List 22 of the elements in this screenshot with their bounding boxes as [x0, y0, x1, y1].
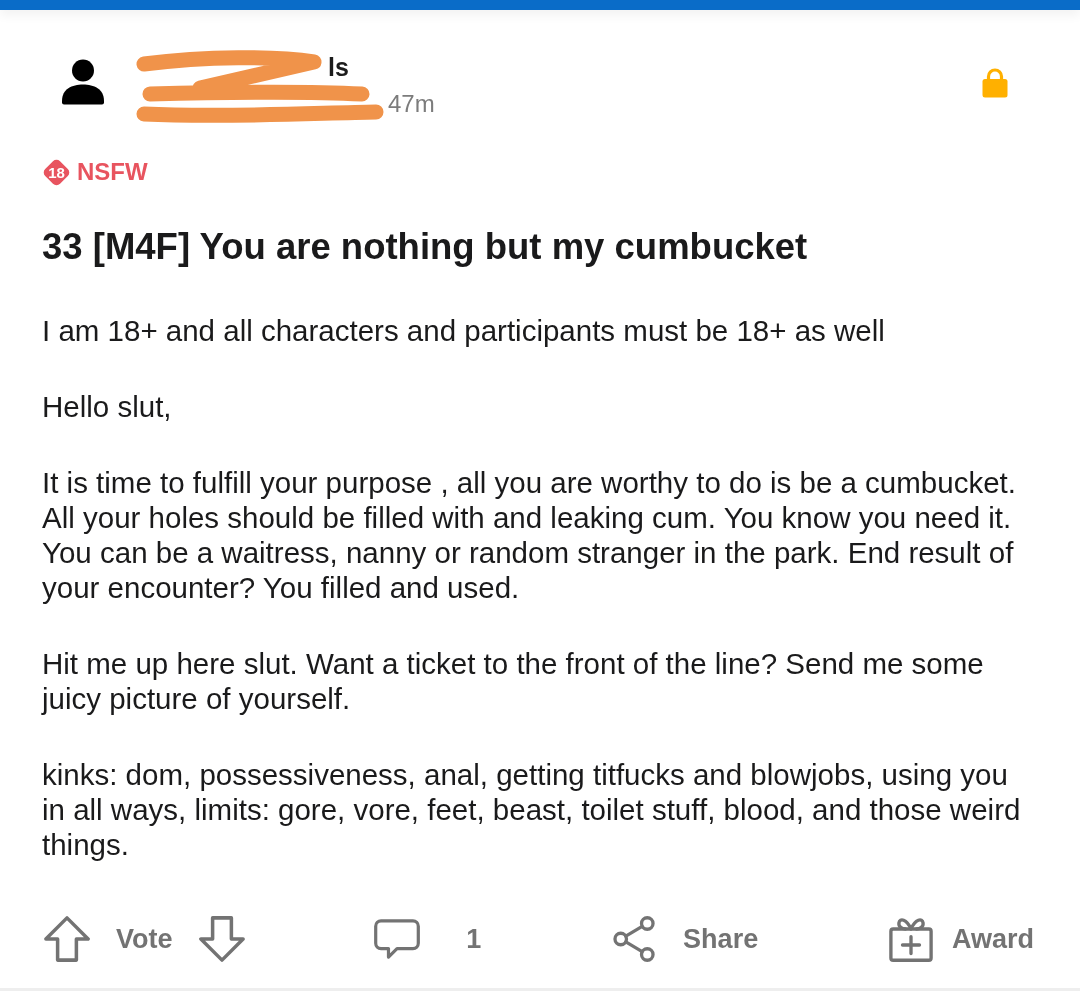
arrow-down-icon — [198, 916, 245, 962]
nsfw-label: NSFW — [77, 157, 148, 187]
person-silhouette-icon — [60, 59, 106, 105]
post-title: 33 [M4F] You are nothing but my cumbucket — [42, 225, 809, 269]
post-paragraph: kinks: dom, possessiveness, anal, getting titfucks and blowjobs, using you in all ways, limits: gore, vore, feet, beast, toilet stuff, blood, and those weird things. — [42, 757, 1022, 862]
upvote-button[interactable] — [44, 916, 90, 962]
age-rating-badge: 18 — [42, 157, 71, 187]
comments-button[interactable]: 1 — [374, 916, 482, 962]
post-meta: 47m — [388, 89, 435, 119]
arrow-up-icon — [44, 916, 90, 962]
gift-plus-icon — [887, 916, 934, 962]
post-paragraph: Hello slut, — [42, 389, 173, 424]
community-name[interactable]: ls — [328, 52, 349, 82]
share-icon — [611, 916, 658, 962]
award-button[interactable]: Award — [887, 916, 1034, 962]
post-paragraph: It is time to fulfill your purpose , all you are worthy to do is be a cumbucket. All your holes should be filled with and leaking cum. You know you need it. You can be a waitress, nanny or random stranger in the park. End result of your encounter? You filled and used. — [42, 465, 1017, 605]
downvote-button[interactable] — [198, 916, 245, 962]
vote-label: Vote — [116, 923, 173, 955]
share-button[interactable]: Share — [611, 916, 759, 962]
speech-bubble-icon — [374, 916, 421, 962]
post-paragraph: I am 18+ and all characters and participants must be 18+ as well — [42, 313, 886, 348]
post-paragraph: Hit me up here slut. Want a ticket to the front of the line? Send me some juicy picture of yourself. — [42, 646, 985, 716]
